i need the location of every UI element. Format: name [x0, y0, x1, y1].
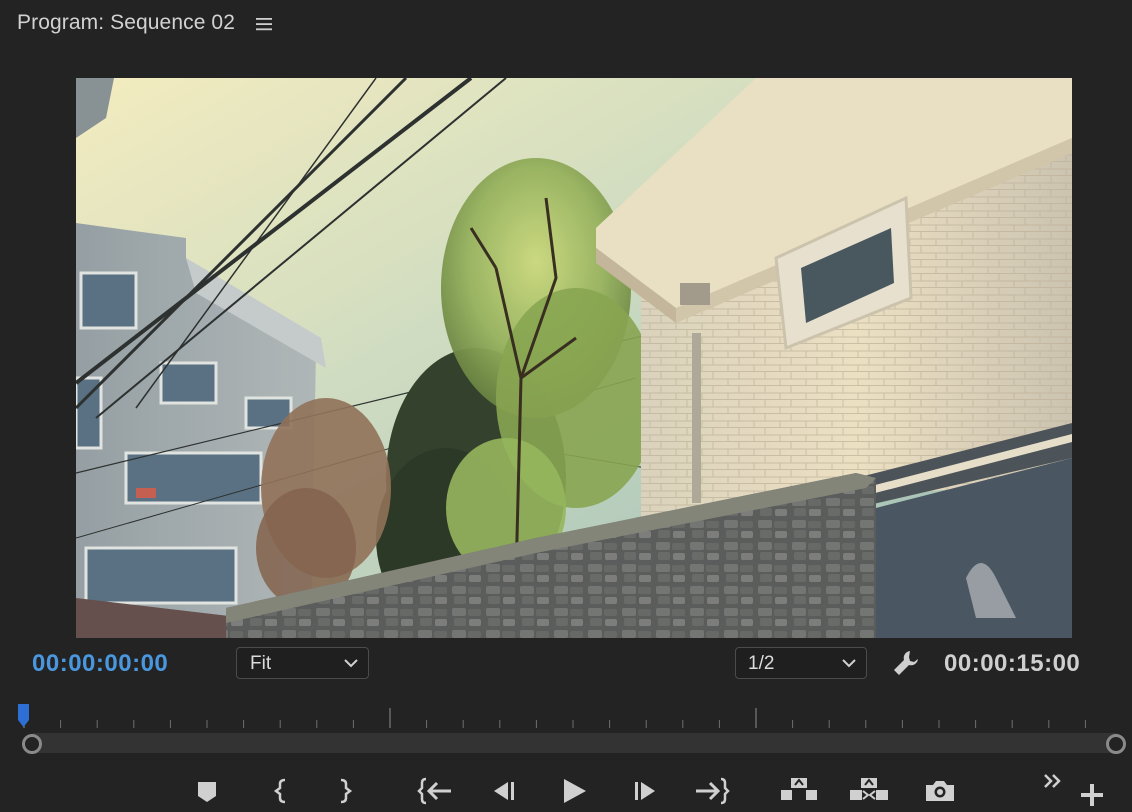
- zoom-level-value: Fit: [250, 653, 272, 674]
- wrench-icon[interactable]: [891, 648, 921, 678]
- chevron-down-icon: [344, 659, 358, 668]
- zoom-scroll-bar[interactable]: [32, 733, 1118, 753]
- chevron-down-icon: [842, 659, 856, 668]
- step-forward-button[interactable]: [627, 774, 663, 808]
- add-marker-button[interactable]: [189, 774, 225, 808]
- marker-icon: [198, 782, 216, 802]
- play-button[interactable]: [556, 774, 592, 808]
- mark-out-icon: [340, 778, 353, 804]
- lift-icon: [781, 778, 817, 800]
- double-chevron-right-icon: [1044, 774, 1061, 788]
- export-frame-button[interactable]: [922, 774, 958, 808]
- zoom-level-dropdown[interactable]: Fit: [236, 647, 369, 679]
- lift-button[interactable]: [779, 774, 819, 808]
- more-controls-button[interactable]: [1036, 766, 1072, 800]
- program-monitor-panel: Program: Sequence 02 00:00:00:00 Fit 1/2…: [0, 0, 1132, 812]
- program-video-frame[interactable]: [76, 78, 1072, 638]
- video-frame-image: [76, 78, 1072, 638]
- plus-icon: [1081, 784, 1103, 806]
- playback-resolution-dropdown[interactable]: 1/2: [735, 647, 867, 679]
- duration-timecode: 00:00:15:00: [944, 650, 1081, 677]
- current-timecode[interactable]: 00:00:00:00: [32, 650, 168, 678]
- zoom-bar-left-handle[interactable]: [22, 734, 42, 754]
- hamburger-menu-icon[interactable]: [255, 15, 273, 33]
- playback-resolution-value: 1/2: [748, 653, 775, 674]
- button-editor-button[interactable]: [1074, 778, 1110, 812]
- step-forward-icon: [635, 782, 655, 800]
- go-to-out-button[interactable]: [694, 774, 730, 808]
- camera-icon: [926, 781, 954, 801]
- go-to-out-icon: [696, 777, 730, 805]
- mark-in-icon: [273, 778, 286, 804]
- go-to-in-button[interactable]: [417, 774, 453, 808]
- go-to-in-icon: [417, 777, 451, 805]
- playhead-marker[interactable]: [17, 704, 31, 728]
- step-back-icon: [494, 782, 514, 800]
- extract-icon: [850, 778, 888, 800]
- mark-in-button[interactable]: [263, 774, 299, 808]
- step-back-button[interactable]: [486, 774, 522, 808]
- panel-header: Program: Sequence 02: [0, 0, 1132, 50]
- time-ruler[interactable]: [0, 700, 1132, 732]
- panel-title[interactable]: Program: Sequence 02: [17, 11, 235, 35]
- zoom-bar-right-handle[interactable]: [1106, 734, 1126, 754]
- play-icon: [564, 779, 586, 803]
- extract-button[interactable]: [848, 774, 890, 808]
- mark-out-button[interactable]: [327, 774, 363, 808]
